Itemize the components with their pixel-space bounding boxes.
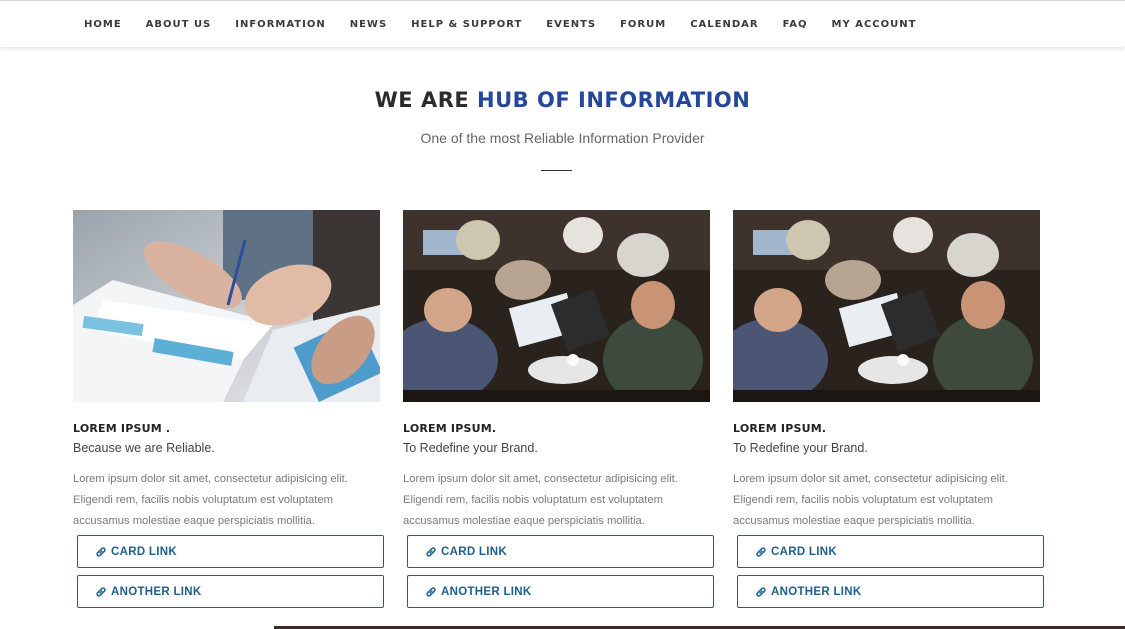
- card-image-conference: [733, 210, 1040, 402]
- nav-faq[interactable]: FAQ: [783, 19, 808, 30]
- nav-about-us[interactable]: ABOUT US: [146, 19, 212, 30]
- card-link-label: CARD LINK: [441, 545, 507, 558]
- link-icon: [756, 586, 766, 597]
- another-link-label: ANOTHER LINK: [111, 585, 202, 598]
- link-icon: [96, 586, 106, 597]
- another-link-label: ANOTHER LINK: [771, 585, 862, 598]
- nav-my-account[interactable]: MY ACCOUNT: [832, 19, 917, 30]
- hero-title-prefix: WE ARE: [374, 88, 470, 112]
- link-icon: [426, 586, 436, 597]
- nav-help-support[interactable]: HELP & SUPPORT: [411, 19, 522, 30]
- card-image-conference: [403, 210, 710, 402]
- card-text: Lorem ipsum dolor sit amet, consectetur …: [403, 473, 678, 527]
- link-icon: [756, 546, 766, 557]
- card-title: LOREM IPSUM.: [403, 422, 497, 435]
- another-link-button[interactable]: ANOTHER LINK: [737, 575, 1044, 608]
- info-card: LOREM IPSUM . Because we are Reliable. L…: [73, 210, 384, 608]
- another-link-button[interactable]: ANOTHER LINK: [77, 575, 384, 608]
- card-image-documents: [73, 210, 380, 402]
- card-title: LOREM IPSUM.: [733, 422, 827, 435]
- card-text: Lorem ipsum dolor sit amet, consectetur …: [73, 473, 348, 527]
- nav-forum[interactable]: FORUM: [620, 19, 666, 30]
- card-text: Lorem ipsum dolor sit amet, consectetur …: [733, 473, 1008, 527]
- link-icon: [426, 546, 436, 557]
- card-link-button[interactable]: CARD LINK: [407, 535, 714, 568]
- nav-events[interactable]: EVENTS: [546, 19, 596, 30]
- card-tagline: To Redefine your Brand.: [403, 441, 538, 455]
- another-link-button[interactable]: ANOTHER LINK: [407, 575, 714, 608]
- hero-divider: [541, 170, 572, 171]
- info-card: LOREM IPSUM. To Redefine your Brand. Lor…: [403, 210, 714, 608]
- nav-calendar[interactable]: CALENDAR: [690, 19, 758, 30]
- nav-home[interactable]: HOME: [84, 19, 122, 30]
- nav-news[interactable]: NEWS: [350, 19, 387, 30]
- card-link-button[interactable]: CARD LINK: [737, 535, 1044, 568]
- info-card: LOREM IPSUM. To Redefine your Brand. Lor…: [733, 210, 1044, 608]
- card-link-label: CARD LINK: [111, 545, 177, 558]
- hero-title: WE ARE HUB OF INFORMATION: [0, 88, 1125, 112]
- another-link-label: ANOTHER LINK: [441, 585, 532, 598]
- link-icon: [96, 546, 106, 557]
- hero-title-accent: HUB OF INFORMATION: [477, 88, 751, 112]
- hero-subtitle: One of the most Reliable Information Pro…: [420, 130, 705, 146]
- card-tagline: To Redefine your Brand.: [733, 441, 868, 455]
- card-link-button[interactable]: CARD LINK: [77, 535, 384, 568]
- top-navigation: HOME ABOUT US INFORMATION NEWS HELP & SU…: [0, 0, 1125, 47]
- card-link-label: CARD LINK: [771, 545, 837, 558]
- card-tagline: Because we are Reliable.: [73, 441, 215, 455]
- nav-information[interactable]: INFORMATION: [235, 19, 325, 30]
- card-title: LOREM IPSUM .: [73, 422, 171, 435]
